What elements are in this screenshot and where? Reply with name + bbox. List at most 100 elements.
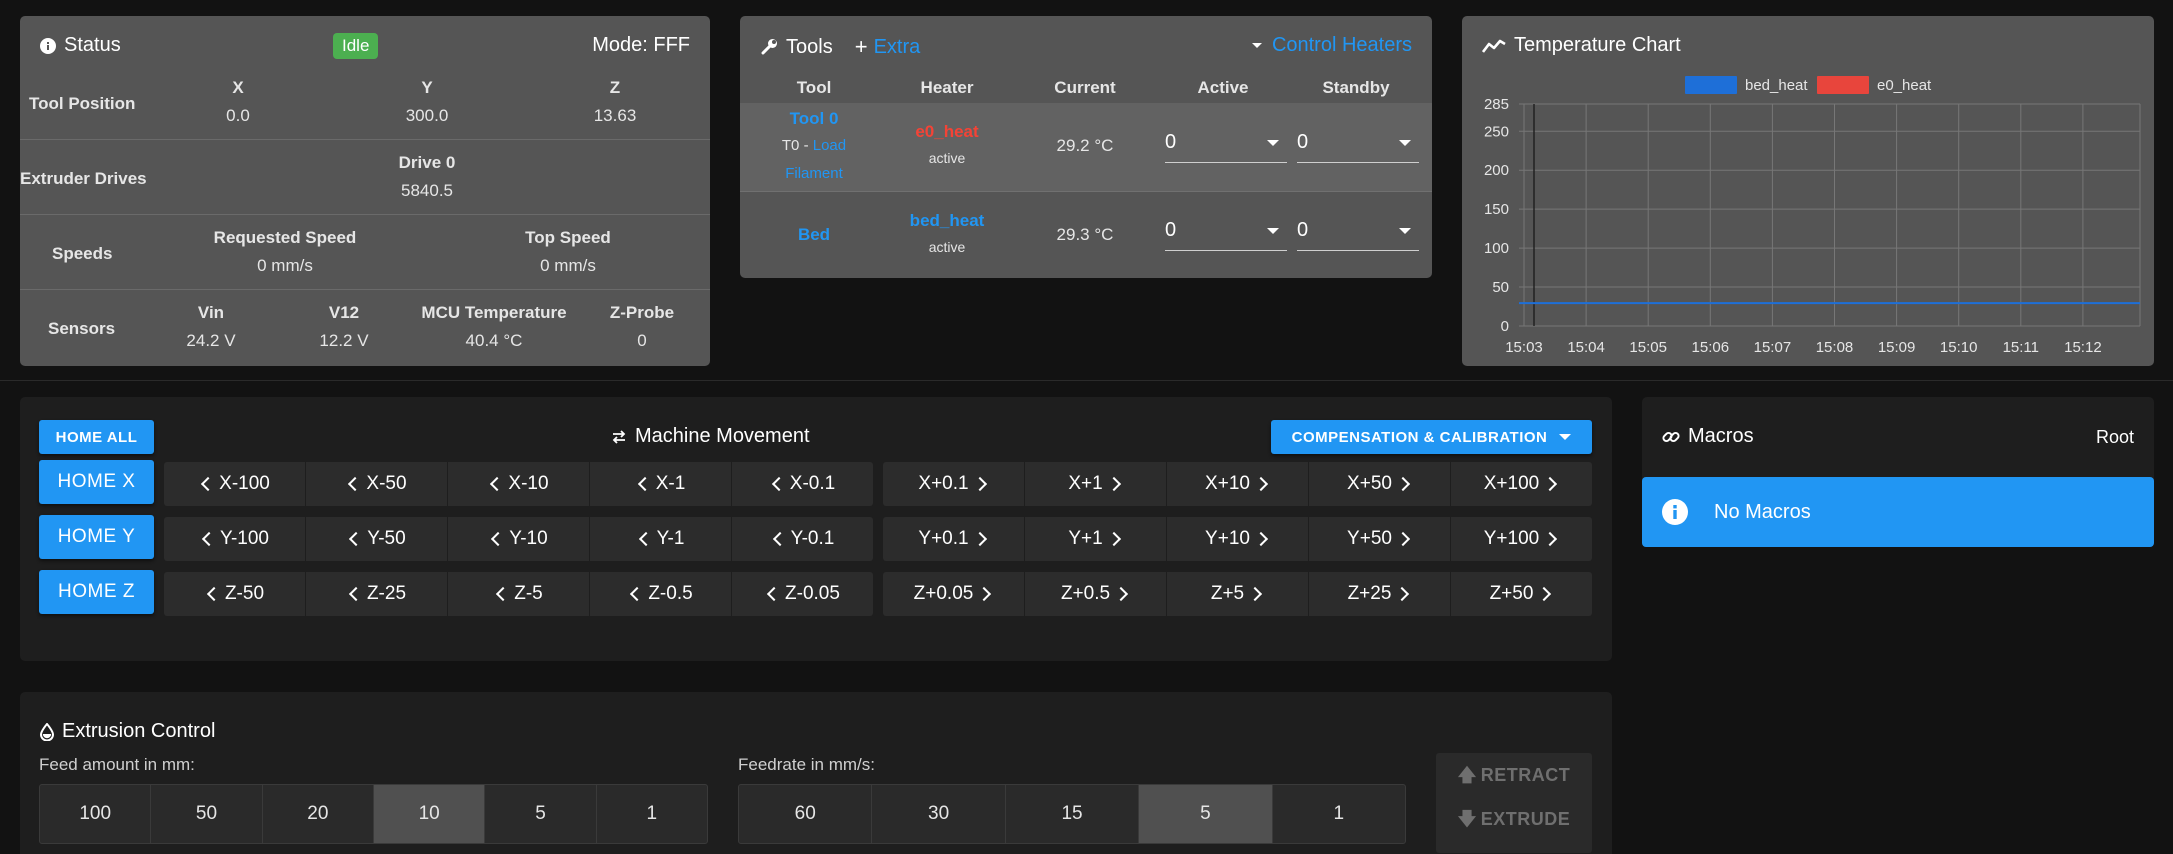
heater-bed-name[interactable]: bed_heat <box>910 211 985 231</box>
sensor-v12-label: V12 <box>328 303 360 322</box>
caret-down-icon <box>1267 227 1279 234</box>
feed-amount-option[interactable]: 1 <box>597 785 707 843</box>
load-filament-link-2[interactable]: Filament <box>785 165 843 182</box>
feed-amount-option[interactable]: 100 <box>40 785 152 843</box>
e0-standby-temp-select[interactable]: 0 <box>1297 123 1419 163</box>
chevron-right-icon <box>1106 531 1121 547</box>
bed-standby-value: 0 <box>1297 219 1309 241</box>
drop-icon <box>40 722 54 741</box>
x-tick-label: 15:09 <box>1878 339 1916 356</box>
extra-label: Extra <box>873 35 921 58</box>
movement-title: Machine Movement <box>635 425 810 447</box>
jog-button[interactable]: Z-0.05 <box>732 572 873 616</box>
home-all-button[interactable]: HOME ALL <box>39 420 154 454</box>
jog-button[interactable]: Z-50 <box>164 572 306 616</box>
sensor-v12-value: 12.2 V <box>319 331 369 350</box>
jog-label: Z+5 <box>1210 583 1245 604</box>
home-x-button[interactable]: HOME X <box>39 460 154 504</box>
feed-amount-option[interactable]: 50 <box>151 785 263 843</box>
feed-amount-option[interactable]: 10 <box>373 785 486 843</box>
jog-button[interactable]: X+50 <box>1309 462 1451 506</box>
jog-button[interactable]: Z+50 <box>1451 572 1592 616</box>
feedrate-option[interactable]: 5 <box>1139 785 1273 843</box>
jog-button[interactable]: X-50 <box>306 462 448 506</box>
load-filament-link[interactable]: Load <box>813 137 846 154</box>
jog-button[interactable]: Y+50 <box>1309 517 1451 561</box>
control-heaters-menu[interactable]: Control Heaters <box>1251 34 1412 57</box>
e0-active-temp-select[interactable]: 0 <box>1165 123 1287 163</box>
heater-bed-current: 29.3 °C <box>1056 225 1114 244</box>
jog-button[interactable]: Z-0.5 <box>590 572 732 616</box>
extra-menu[interactable]: + Extra <box>855 34 921 60</box>
jog-label: Z-0.5 <box>648 583 693 604</box>
extrude-button[interactable]: 🡇 EXTRUDE <box>1436 807 1592 837</box>
status-title: Status <box>64 34 121 56</box>
compensation-calibration-button[interactable]: COMPENSATION & CALIBRATION <box>1271 420 1592 454</box>
jog-button[interactable]: Z+25 <box>1309 572 1451 616</box>
jog-button[interactable]: X-1 <box>590 462 732 506</box>
status-card: Status Idle Mode: FFF Tool Position X 0.… <box>20 16 710 366</box>
home-y-button[interactable]: HOME Y <box>39 515 154 559</box>
feedrate-option[interactable]: 60 <box>739 785 873 843</box>
jog-negative-group: Y-100 Y-50 Y-10 Y-1 Y-0.1 <box>164 517 873 561</box>
home-z-button[interactable]: HOME Z <box>39 570 154 614</box>
heater-e0-name[interactable]: e0_heat <box>915 122 978 142</box>
macros-root-breadcrumb[interactable]: Root <box>2096 427 2134 448</box>
jog-button[interactable]: Y-100 <box>164 517 306 561</box>
bed-select[interactable]: Bed <box>798 225 830 245</box>
jog-label: X+10 <box>1205 473 1250 494</box>
sensors-label: Sensors <box>48 319 116 338</box>
jog-positive-group: Y+0.1 Y+1 Y+10 Y+50 Y+100 <box>883 517 1592 561</box>
chevron-right-icon <box>1253 531 1269 547</box>
feedrate-option[interactable]: 30 <box>872 785 1006 843</box>
feed-amount-selector: 100 50 20 10 5 1 <box>39 784 708 844</box>
jog-button[interactable]: X+1 <box>1025 462 1167 506</box>
feedrate-option[interactable]: 1 <box>1273 785 1405 843</box>
x-tick-label: 15:04 <box>1567 339 1605 356</box>
drive-0-label: Drive 0 <box>398 153 456 172</box>
jog-button[interactable]: Y+0.1 <box>883 517 1025 561</box>
jog-button[interactable]: X-0.1 <box>732 462 873 506</box>
jog-button[interactable]: Y-10 <box>448 517 590 561</box>
col-heater-header: Heater <box>920 78 974 97</box>
jog-button[interactable]: Y+1 <box>1025 517 1167 561</box>
jog-button[interactable]: Y+100 <box>1451 517 1592 561</box>
divider <box>0 380 2173 381</box>
jog-button[interactable]: X-10 <box>448 462 590 506</box>
retract-label: RETRACT <box>1480 765 1571 785</box>
jog-button[interactable]: Y-1 <box>590 517 732 561</box>
jog-button[interactable]: Y-50 <box>306 517 448 561</box>
jog-button[interactable]: Y+10 <box>1167 517 1309 561</box>
jog-button[interactable]: Z-25 <box>306 572 448 616</box>
jog-button[interactable]: Y-0.1 <box>732 517 873 561</box>
chevron-right-icon <box>1253 476 1269 492</box>
axis-z-label: Z <box>609 78 621 97</box>
feed-amount-option[interactable]: 20 <box>263 785 374 843</box>
sensor-zprobe-label: Z-Probe <box>609 303 675 322</box>
drive-0-value: 5840.5 <box>401 181 453 200</box>
heater-e0-state: active <box>928 150 966 166</box>
jog-button[interactable]: Z+0.05 <box>883 572 1025 616</box>
jog-button[interactable]: X+100 <box>1451 462 1592 506</box>
chevron-right-icon <box>972 531 987 547</box>
sensor-vin-label: Vin <box>197 303 225 322</box>
bed-active-temp-select[interactable]: 0 <box>1165 211 1287 251</box>
jog-button[interactable]: X-100 <box>164 462 306 506</box>
jog-button[interactable]: Z-5 <box>448 572 590 616</box>
feedrate-option[interactable]: 15 <box>1006 785 1140 843</box>
jog-button[interactable]: Z+5 <box>1167 572 1309 616</box>
jog-label: X-100 <box>219 473 270 494</box>
feed-amount-option[interactable]: 5 <box>485 785 597 843</box>
caret-down-icon <box>1251 43 1262 48</box>
jog-label: Z+0.5 <box>1060 583 1111 604</box>
tool-0-select[interactable]: Tool 0 <box>790 109 839 129</box>
jog-button[interactable]: X+10 <box>1167 462 1309 506</box>
macros-title: Macros <box>1688 425 1754 447</box>
retract-button[interactable]: 🡅 RETRACT <box>1436 763 1592 793</box>
y-tick-label: 50 <box>1492 279 1509 296</box>
jog-button[interactable]: Z+0.5 <box>1025 572 1167 616</box>
bed-standby-temp-select[interactable]: 0 <box>1297 211 1419 251</box>
jog-label: Z-5 <box>514 583 543 604</box>
top-speed-value: 0 mm/s <box>540 256 596 275</box>
jog-button[interactable]: X+0.1 <box>883 462 1025 506</box>
